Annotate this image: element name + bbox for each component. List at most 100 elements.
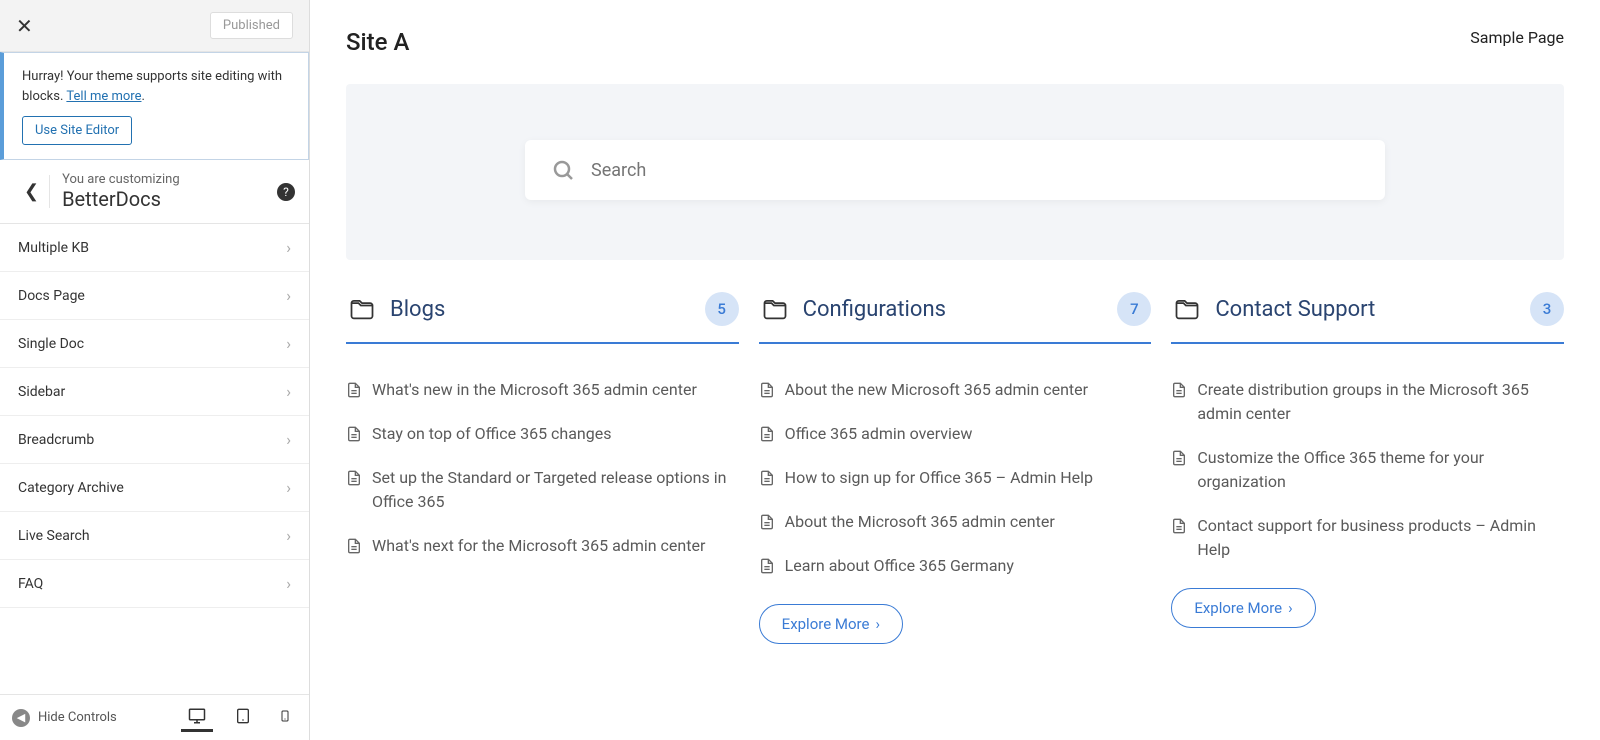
- use-site-editor-button[interactable]: Use Site Editor: [22, 116, 132, 145]
- document-icon: [759, 381, 775, 399]
- card-title[interactable]: Blogs: [390, 297, 693, 322]
- search-icon: [551, 158, 575, 182]
- doc-title: What's new in the Microsoft 365 admin ce…: [372, 378, 697, 402]
- doc-title: Set up the Standard or Targeted release …: [372, 466, 739, 514]
- menu-item-docs-page[interactable]: Docs Page ›: [0, 272, 309, 320]
- customizing-title: BetterDocs: [62, 187, 180, 211]
- document-icon: [759, 557, 775, 575]
- chevron-right-icon: ›: [286, 478, 291, 497]
- hide-controls-label: Hide Controls: [38, 710, 117, 725]
- chevron-right-icon: ›: [286, 238, 291, 257]
- notice-link[interactable]: Tell me more: [66, 89, 141, 104]
- menu-item-category-archive[interactable]: Category Archive ›: [0, 464, 309, 512]
- doc-item[interactable]: What's next for the Microsoft 365 admin …: [346, 524, 739, 568]
- chevron-right-icon: ›: [286, 574, 291, 593]
- doc-item[interactable]: Stay on top of Office 365 changes: [346, 412, 739, 456]
- category-card: Blogs 5 What's new in the Microsoft 365 …: [346, 284, 739, 644]
- doc-item[interactable]: Customize the Office 365 theme for your …: [1171, 436, 1564, 504]
- explore-label: Explore More: [1194, 599, 1282, 617]
- sidebar-top-bar: ✕ Published: [0, 0, 309, 52]
- doc-list: About the new Microsoft 365 admin center…: [759, 368, 1152, 588]
- doc-title: Stay on top of Office 365 changes: [372, 422, 612, 446]
- count-badge: 7: [1117, 292, 1151, 326]
- doc-item[interactable]: Contact support for business products – …: [1171, 504, 1564, 572]
- menu-label: Live Search: [18, 528, 90, 544]
- doc-item[interactable]: About the new Microsoft 365 admin center: [759, 368, 1152, 412]
- hide-controls-button[interactable]: ◀ Hide Controls: [12, 709, 117, 727]
- doc-item[interactable]: Office 365 admin overview: [759, 412, 1152, 456]
- doc-title: What's next for the Microsoft 365 admin …: [372, 534, 705, 558]
- site-title[interactable]: Site A: [346, 28, 409, 56]
- cards-row: Blogs 5 What's new in the Microsoft 365 …: [310, 260, 1600, 668]
- site-editor-notice: Hurray! Your theme supports site editing…: [0, 52, 309, 160]
- doc-item[interactable]: What's new in the Microsoft 365 admin ce…: [346, 368, 739, 412]
- chevron-right-icon: ›: [286, 526, 291, 545]
- document-icon: [346, 537, 362, 555]
- sample-page-link[interactable]: Sample Page: [1470, 28, 1564, 56]
- document-icon: [1171, 449, 1187, 467]
- doc-title: Learn about Office 365 Germany: [785, 554, 1014, 578]
- explore-more-button[interactable]: Explore More ›: [1171, 588, 1315, 628]
- document-icon: [759, 513, 775, 531]
- menu-item-single-doc[interactable]: Single Doc ›: [0, 320, 309, 368]
- document-icon: [759, 425, 775, 443]
- search-input[interactable]: [591, 160, 1359, 181]
- customizer-menu: Multiple KB › Docs Page › Single Doc › S…: [0, 224, 309, 694]
- folder-icon: [1171, 295, 1203, 323]
- menu-item-multiple-kb[interactable]: Multiple KB ›: [0, 224, 309, 272]
- doc-item[interactable]: About the Microsoft 365 admin center: [759, 500, 1152, 544]
- chevron-right-icon: ›: [875, 615, 880, 633]
- doc-title: Customize the Office 365 theme for your …: [1197, 446, 1564, 494]
- desktop-icon[interactable]: [181, 703, 213, 732]
- publish-button[interactable]: Published: [210, 12, 293, 39]
- chevron-right-icon: ›: [1288, 599, 1293, 617]
- menu-item-faq[interactable]: FAQ ›: [0, 560, 309, 608]
- document-icon: [346, 469, 362, 487]
- menu-label: Category Archive: [18, 480, 124, 496]
- search-box[interactable]: [525, 140, 1385, 200]
- category-card: Configurations 7 About the new Microsoft…: [759, 284, 1152, 644]
- customizer-sidebar: ✕ Published Hurray! Your theme supports …: [0, 0, 310, 740]
- tablet-icon[interactable]: [229, 703, 257, 732]
- card-title[interactable]: Contact Support: [1215, 297, 1518, 322]
- chevron-right-icon: ›: [286, 430, 291, 449]
- help-icon[interactable]: ?: [277, 183, 295, 201]
- close-icon[interactable]: ✕: [16, 14, 33, 38]
- explore-more-button[interactable]: Explore More ›: [759, 604, 903, 644]
- notice-text: Hurray! Your theme supports site editing…: [22, 67, 290, 106]
- card-title[interactable]: Configurations: [803, 297, 1106, 322]
- menu-label: Breadcrumb: [18, 432, 94, 448]
- doc-title: Create distribution groups in the Micros…: [1197, 378, 1564, 426]
- document-icon: [1171, 517, 1187, 535]
- count-badge: 5: [705, 292, 739, 326]
- doc-title: About the Microsoft 365 admin center: [785, 510, 1055, 534]
- menu-item-live-search[interactable]: Live Search ›: [0, 512, 309, 560]
- menu-label: Sidebar: [18, 384, 65, 400]
- doc-list: What's new in the Microsoft 365 admin ce…: [346, 368, 739, 568]
- doc-item[interactable]: Learn about Office 365 Germany: [759, 544, 1152, 588]
- menu-label: FAQ: [18, 576, 43, 592]
- category-card: Contact Support 3 Create distribution gr…: [1171, 284, 1564, 644]
- doc-list: Create distribution groups in the Micros…: [1171, 368, 1564, 572]
- chevron-right-icon: ›: [286, 286, 291, 305]
- menu-item-sidebar[interactable]: Sidebar ›: [0, 368, 309, 416]
- doc-item[interactable]: Set up the Standard or Targeted release …: [346, 456, 739, 524]
- mobile-icon[interactable]: [273, 703, 297, 732]
- card-header: Contact Support 3: [1171, 284, 1564, 344]
- menu-item-breadcrumb[interactable]: Breadcrumb ›: [0, 416, 309, 464]
- notice-prefix: Hurray! Your theme supports site editing…: [22, 69, 282, 104]
- doc-item[interactable]: How to sign up for Office 365 – Admin He…: [759, 456, 1152, 500]
- back-icon[interactable]: ❮: [14, 175, 50, 208]
- doc-item[interactable]: Create distribution groups in the Micros…: [1171, 368, 1564, 436]
- preview-pane: Site A Sample Page Blogs 5 What's new in…: [310, 0, 1600, 740]
- collapse-icon: ◀: [12, 709, 30, 727]
- preview-header: Site A Sample Page: [310, 0, 1600, 84]
- explore-label: Explore More: [782, 615, 870, 633]
- document-icon: [346, 381, 362, 399]
- doc-title: Contact support for business products – …: [1197, 514, 1564, 562]
- document-icon: [346, 425, 362, 443]
- customizing-label: You are customizing: [62, 172, 180, 187]
- folder-icon: [346, 295, 378, 323]
- chevron-right-icon: ›: [286, 382, 291, 401]
- doc-title: About the new Microsoft 365 admin center: [785, 378, 1088, 402]
